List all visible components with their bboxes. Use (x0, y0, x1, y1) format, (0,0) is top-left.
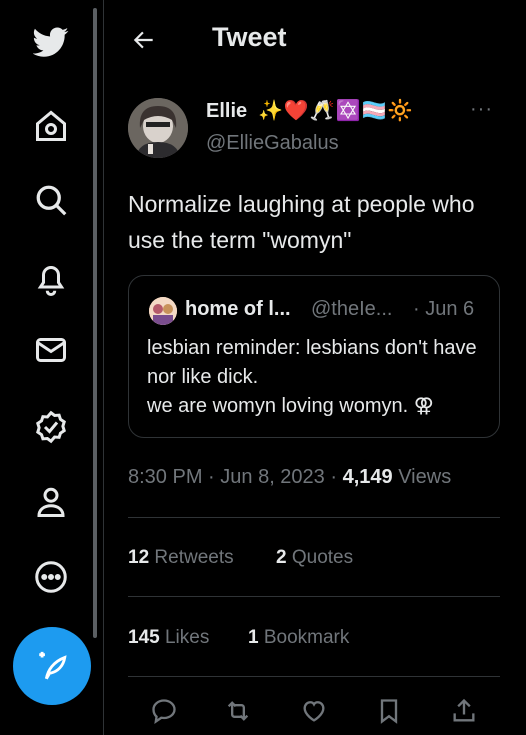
quote-date: · Jun 6 (413, 298, 475, 320)
quote-avatar (149, 297, 177, 325)
header: Tweet (104, 0, 526, 80)
scrollbar[interactable] (93, 8, 97, 638)
more-options-button[interactable]: ··· (470, 98, 493, 121)
quote-text: lesbian reminder: lesbians don't have no… (147, 334, 492, 421)
author-emojis: ✨❤️🥂✡️🏳️‍⚧️🔆 (258, 100, 414, 122)
tweet-text: Normalize laughing at people who use the… (128, 191, 475, 253)
page-title: Tweet (212, 22, 287, 52)
quote-text-line: we are womyn loving womyn. ⚢ (147, 395, 434, 417)
notifications-icon[interactable] (27, 254, 75, 302)
quotes-count: 2 (276, 547, 287, 568)
quote-author-name: home of l... (185, 298, 291, 320)
share-icon[interactable] (446, 693, 482, 729)
quote-author-handle: @theIe... (311, 298, 393, 320)
quoted-tweet[interactable]: home of l... @theIe... · Jun 6 lesbian r… (128, 275, 500, 438)
search-icon[interactable] (27, 176, 75, 224)
profile-icon[interactable] (27, 478, 75, 526)
home-icon[interactable] (27, 102, 75, 150)
retweets-count: 12 (128, 547, 150, 568)
compose-icon (39, 651, 67, 680)
views-label: Views (398, 466, 452, 488)
retweets-label: Retweets (154, 547, 234, 568)
quotes-stat[interactable]: 2 Quotes (276, 547, 353, 569)
bookmarks-count: 1 (248, 627, 259, 648)
likes-count: 145 (128, 627, 160, 648)
bookmarks-label: Bookmark (263, 627, 350, 648)
more-icon[interactable] (27, 553, 75, 601)
likes-stat[interactable]: 145 Likes (128, 627, 209, 649)
author-handle[interactable]: @EllieGabalus (206, 132, 339, 155)
avatar[interactable] (128, 98, 188, 158)
like-icon[interactable] (296, 693, 332, 729)
retweet-icon[interactable] (220, 693, 256, 729)
sidebar-divider (103, 0, 104, 735)
divider (128, 596, 500, 597)
author-name[interactable]: Ellie (206, 100, 247, 123)
bookmarks-stat[interactable]: 1 Bookmark (248, 627, 349, 649)
sidebar (0, 0, 104, 735)
bookmark-icon[interactable] (371, 693, 407, 729)
divider (128, 517, 500, 518)
twitter-logo-icon[interactable] (27, 18, 75, 66)
views-count: 4,149 (342, 466, 393, 488)
reply-icon[interactable] (146, 693, 182, 729)
tweet-meta: 8:30 PM · Jun 8, 2023 · 4,149 Views (128, 466, 452, 488)
verified-icon[interactable] (27, 403, 75, 451)
messages-icon[interactable] (27, 326, 75, 374)
back-arrow-icon[interactable] (126, 22, 162, 58)
tweet-date[interactable]: Jun 8, 2023 (220, 466, 325, 488)
divider (128, 676, 500, 677)
likes-label: Likes (164, 627, 210, 648)
quotes-label: Quotes (291, 547, 354, 568)
quote-text-line: lesbian reminder: lesbians don't have no… (147, 337, 477, 388)
retweets-stat[interactable]: 12 Retweets (128, 547, 234, 569)
compose-button[interactable] (13, 627, 91, 705)
tweet-time[interactable]: 8:30 PM (128, 466, 202, 488)
